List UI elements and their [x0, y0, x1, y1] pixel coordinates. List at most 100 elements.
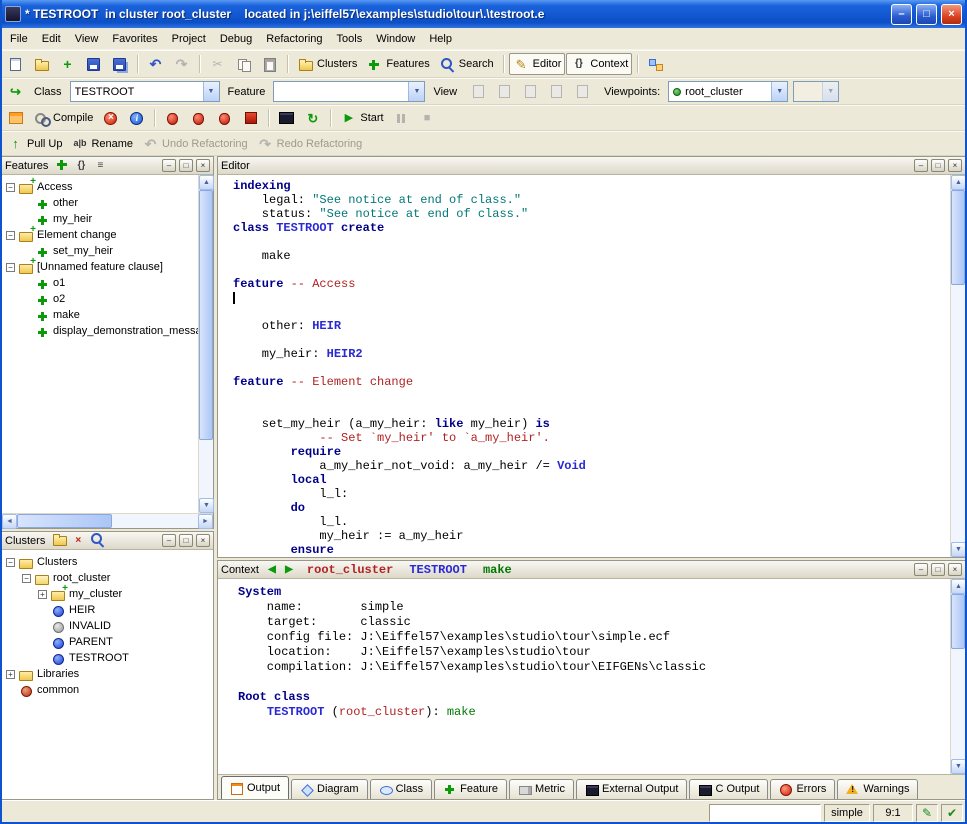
context-maximize-button[interactable]: □ — [931, 563, 945, 576]
feature-tree-item[interactable]: − Access — [2, 179, 198, 195]
features-maximize-button[interactable]: □ — [179, 159, 193, 172]
feature-tree-item[interactable]: make — [2, 307, 198, 323]
history-forward-icon[interactable]: ▶ — [282, 564, 296, 575]
quick-melt-button[interactable] — [186, 107, 211, 129]
new-cluster-icon[interactable] — [51, 531, 67, 550]
tab-metric[interactable]: Metric — [509, 779, 574, 799]
cancel-compilation-button[interactable] — [98, 107, 123, 129]
cluster-tree-item[interactable]: + my_cluster — [2, 586, 213, 602]
context-button[interactable]: {}Context — [566, 53, 632, 75]
menu-debug[interactable]: Debug — [213, 30, 259, 48]
scroll-up-icon[interactable]: ▲ — [199, 175, 214, 190]
tree-item-label[interactable]: TESTROOT — [69, 652, 129, 664]
feature-tree-item[interactable]: o2 — [2, 291, 198, 307]
tab-feature[interactable]: Feature — [434, 779, 507, 799]
edit-mode-icon[interactable]: ✎ — [916, 804, 938, 822]
scroll-right-icon[interactable]: ► — [198, 514, 213, 529]
tab-class[interactable]: Class — [370, 779, 433, 799]
new-window-button[interactable] — [3, 53, 28, 75]
feature-tree-item[interactable]: other — [2, 195, 198, 211]
tree-item-label[interactable]: Access — [37, 181, 72, 193]
scroll-track[interactable] — [951, 649, 965, 759]
start-button[interactable]: ▶Start — [336, 107, 387, 129]
dropdown-arrow-icon[interactable]: ▼ — [203, 82, 219, 101]
editor-code-area[interactable]: indexing legal: "See notice at end of cl… — [218, 175, 950, 557]
scroll-thumb[interactable] — [199, 190, 213, 440]
tree-item-label[interactable]: Clusters — [37, 556, 77, 568]
tree-item-label[interactable]: INVALID — [69, 620, 111, 632]
menu-edit[interactable]: Edit — [35, 30, 68, 48]
save-all-button[interactable] — [107, 53, 132, 75]
editor-button[interactable]: ✎Editor — [509, 53, 566, 75]
open-file-button[interactable] — [29, 53, 54, 75]
tree-item-label[interactable]: o1 — [53, 277, 65, 289]
editor-maximize-button[interactable]: □ — [931, 159, 945, 172]
tree-item-label[interactable]: display_demonstration_messa — [53, 325, 198, 337]
cluster-tree-item[interactable]: −root_cluster — [2, 570, 213, 586]
tree-item-label[interactable]: my_cluster — [69, 588, 122, 600]
cluster-tree-item[interactable]: − Clusters — [2, 554, 213, 570]
menu-file[interactable]: File — [3, 30, 35, 48]
history-back-icon[interactable]: ◀ — [265, 564, 279, 575]
freeze-button[interactable] — [212, 107, 237, 129]
scroll-down-icon[interactable]: ▼ — [951, 542, 966, 557]
cluster-tree-item[interactable]: INVALID — [2, 618, 213, 634]
dropdown-arrow-icon[interactable]: ▼ — [771, 82, 787, 101]
editor-vertical-scrollbar[interactable]: ▲ ▼ — [950, 175, 965, 557]
expand-icon[interactable]: + — [6, 670, 15, 679]
features-button[interactable]: Features — [362, 53, 433, 75]
menu-help[interactable]: Help — [422, 30, 459, 48]
scroll-thumb[interactable] — [951, 594, 965, 649]
breadcrumb-make[interactable]: make — [483, 563, 512, 577]
context-vertical-scrollbar[interactable]: ▲ ▼ — [950, 579, 965, 774]
tree-item-label[interactable]: Libraries — [37, 668, 79, 680]
tree-item-label[interactable]: o2 — [53, 293, 65, 305]
tree-item-label[interactable]: set_my_heir — [53, 245, 113, 257]
update-project-button[interactable]: ↻ — [300, 107, 325, 129]
tab-errors[interactable]: Errors — [770, 779, 835, 799]
menu-view[interactable]: View — [68, 30, 106, 48]
scroll-thumb[interactable] — [951, 190, 965, 285]
clusters-minimize-button[interactable]: – — [162, 534, 176, 547]
clusters-maximize-button[interactable]: □ — [179, 534, 193, 547]
minimize-button[interactable]: – — [891, 4, 912, 25]
save-button[interactable] — [81, 53, 106, 75]
feature-tree-item[interactable]: o1 — [2, 275, 198, 291]
scroll-up-icon[interactable]: ▲ — [951, 175, 966, 190]
tab-c-output[interactable]: C Output — [689, 779, 768, 799]
tree-item-label[interactable]: common — [37, 684, 79, 696]
tree-item-label[interactable]: make — [53, 309, 80, 321]
breadcrumb-TESTROOT[interactable]: TESTROOT — [409, 563, 467, 577]
tree-item-label[interactable]: Element change — [37, 229, 117, 241]
scroll-up-icon[interactable]: ▲ — [951, 579, 966, 594]
tree-item-label[interactable]: PARENT — [69, 636, 113, 648]
collapse-icon[interactable]: − — [6, 558, 15, 567]
signature-toggle-icon[interactable]: {} — [73, 160, 89, 171]
expand-icon[interactable]: + — [38, 590, 47, 599]
menu-refactoring[interactable]: Refactoring — [259, 30, 329, 48]
tree-item-label[interactable]: HEIR — [69, 604, 95, 616]
diagram-tool-button[interactable] — [643, 53, 668, 75]
scroll-track[interactable] — [199, 440, 213, 498]
scroll-thumb[interactable] — [17, 514, 112, 528]
tab-external-output[interactable]: External Output — [576, 779, 687, 799]
collapse-icon[interactable]: − — [6, 263, 15, 272]
collapse-icon[interactable]: − — [6, 231, 15, 240]
compilation-info-button[interactable] — [124, 107, 149, 129]
maximize-button[interactable]: □ — [916, 4, 937, 25]
cluster-tree-item[interactable]: PARENT — [2, 634, 213, 650]
scroll-down-icon[interactable]: ▼ — [199, 498, 214, 513]
cluster-tree-item[interactable]: + Libraries — [2, 666, 213, 682]
project-settings-button[interactable] — [3, 107, 28, 129]
cluster-tree-item[interactable]: TESTROOT — [2, 650, 213, 666]
collapse-icon[interactable]: − — [6, 183, 15, 192]
find-icon[interactable] — [89, 531, 105, 550]
menu-project[interactable]: Project — [165, 30, 213, 48]
features-minimize-button[interactable]: – — [162, 159, 176, 172]
cluster-tree-item[interactable]: common — [2, 682, 213, 698]
flat-list-icon[interactable]: ≡ — [92, 160, 108, 171]
feature-tree-item[interactable]: display_demonstration_messa — [2, 323, 198, 339]
new-feature-icon[interactable] — [54, 156, 70, 175]
feature-tree-item[interactable]: −[Unnamed feature clause] — [2, 259, 198, 275]
dropdown-arrow-icon[interactable]: ▼ — [408, 82, 424, 101]
